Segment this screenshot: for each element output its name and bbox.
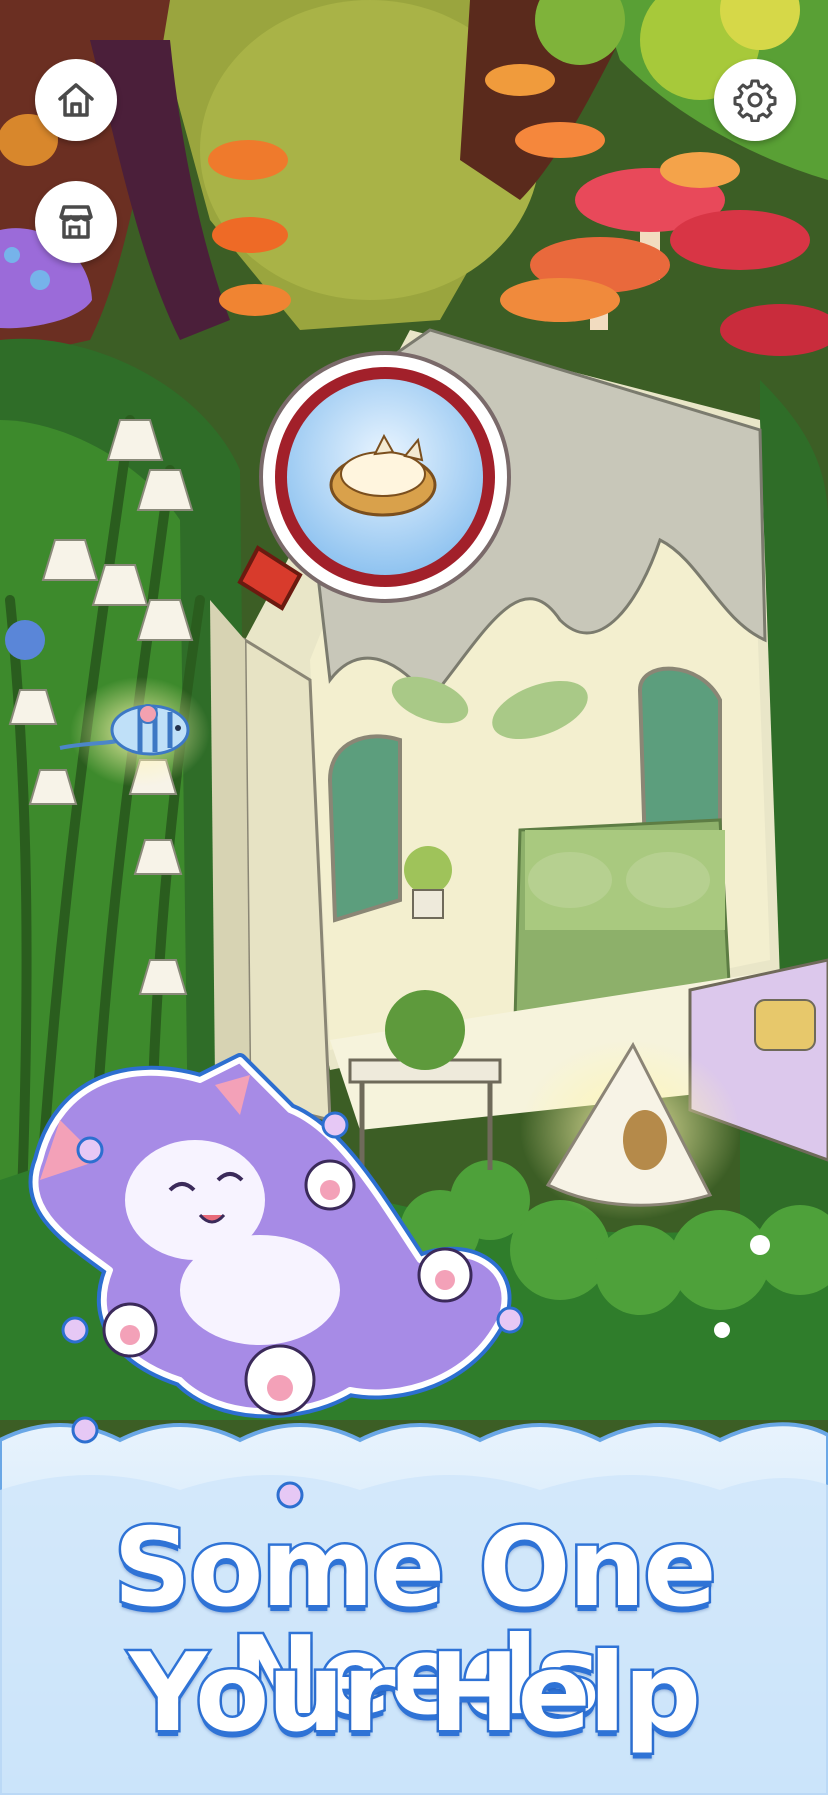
home-button[interactable] xyxy=(35,59,117,141)
game-scene: Some One Needs Your Help xyxy=(0,0,828,1795)
gear-icon xyxy=(733,79,777,122)
settings-button[interactable] xyxy=(714,59,796,141)
shop-button[interactable] xyxy=(35,181,117,263)
caption-line-2: Your Help xyxy=(126,1631,703,1756)
shop-icon xyxy=(59,205,93,239)
home-icon xyxy=(58,83,94,117)
cat-tent xyxy=(520,1040,740,1220)
